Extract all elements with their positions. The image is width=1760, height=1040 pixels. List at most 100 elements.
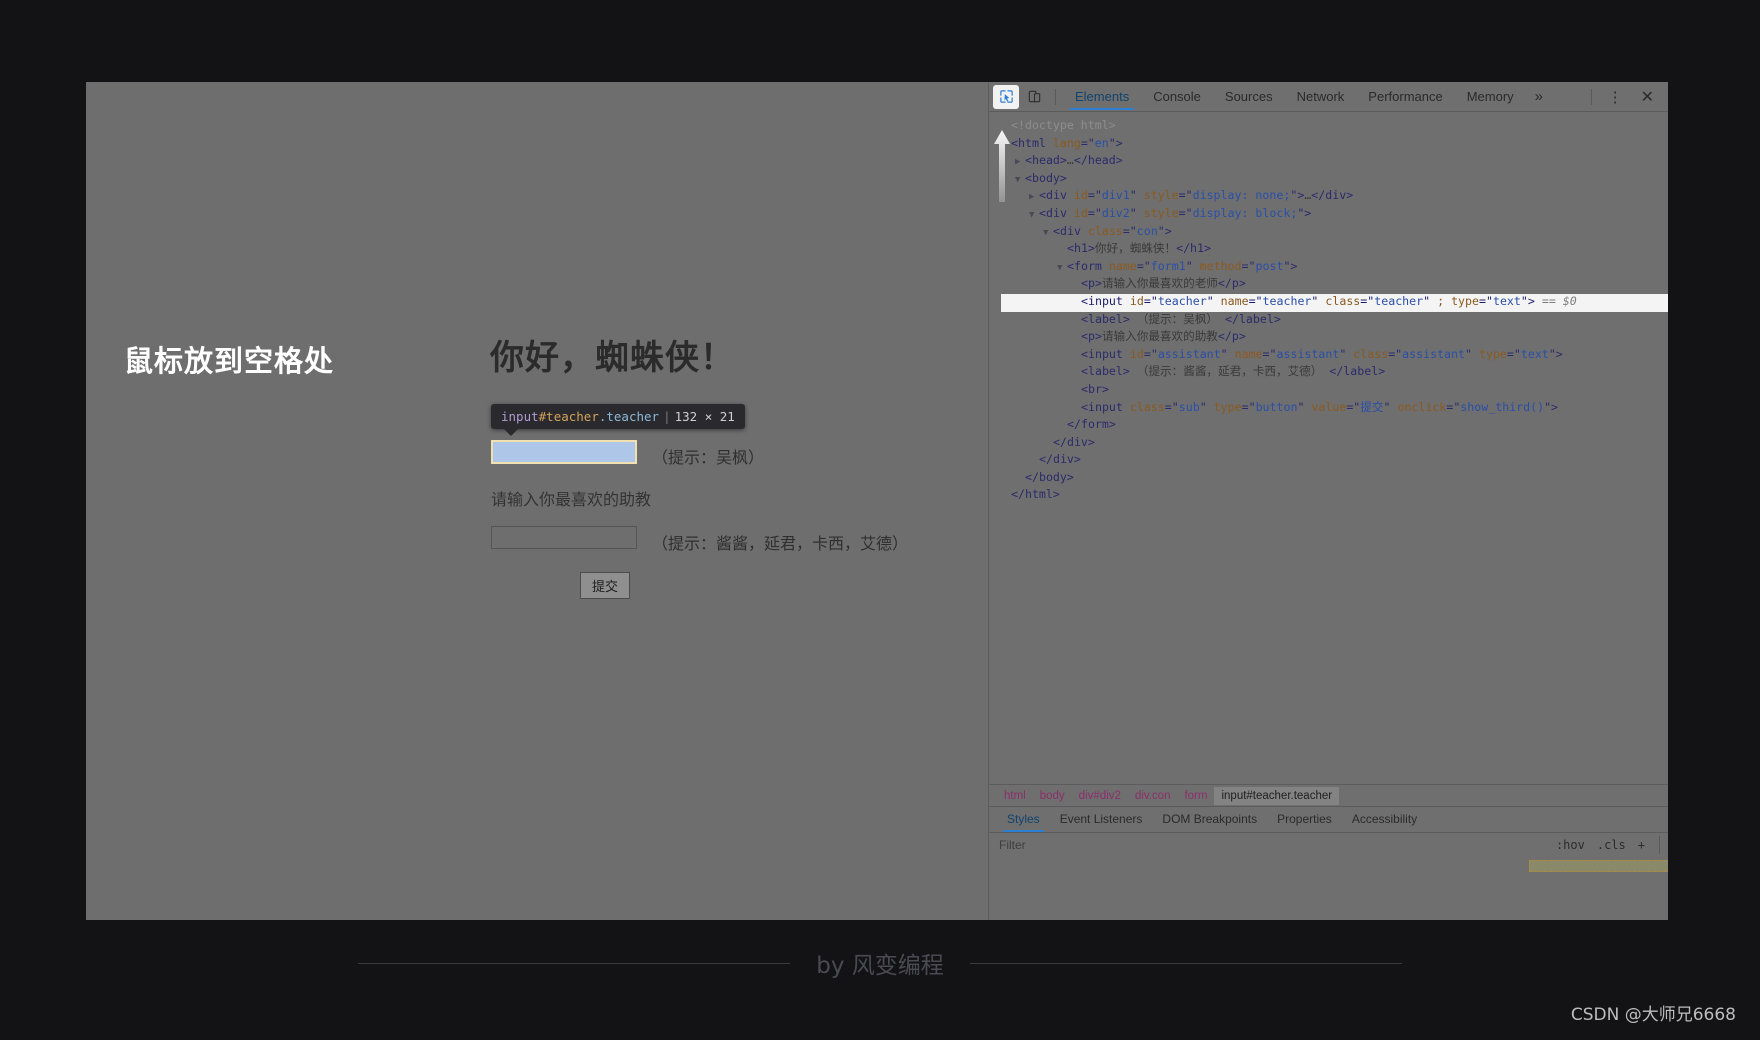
styles-tab-properties[interactable]: Properties — [1267, 807, 1342, 832]
tab-elements[interactable]: Elements — [1064, 84, 1140, 110]
footer-watermark: by 风变编程 — [0, 946, 1760, 980]
kebab-menu-icon[interactable]: ⋮ — [1600, 86, 1631, 108]
dom-token-av: post — [1255, 258, 1284, 273]
dom-node[interactable]: ▼ <div class="con"> — [1001, 224, 1668, 242]
cls-toggle-button[interactable]: .cls — [1591, 836, 1632, 854]
breadcrumb-item-div-div2[interactable]: div#div2 — [1072, 787, 1128, 805]
dom-token-at: id — [1129, 293, 1144, 308]
teacher-input[interactable] — [491, 440, 637, 464]
chevron-down-icon[interactable]: ▼ — [1057, 261, 1067, 277]
dom-token-tg: </h1> — [1176, 241, 1211, 256]
dom-node[interactable]: ·</form> — [1001, 417, 1668, 435]
dom-token-tg: <div — [1039, 205, 1074, 220]
dom-node[interactable]: ·<input id="assistant" name="assistant" … — [1001, 347, 1668, 365]
styles-filter-input[interactable] — [997, 836, 1550, 853]
dom-token-at: type — [1451, 293, 1479, 308]
tooltip-tag-name: input — [501, 409, 539, 424]
teacher-hint-label: （提示：吴枫） — [652, 448, 765, 467]
dom-node[interactable]: ·</html> — [1001, 487, 1668, 505]
chevron-down-icon[interactable]: ▼ — [1015, 173, 1025, 189]
dom-token-tx: （提示：酱酱，延君，卡西，艾德） — [1129, 364, 1323, 379]
new-style-rule-button[interactable]: + — [1632, 836, 1651, 854]
page-title: 你好，蜘蛛侠！ — [490, 338, 735, 378]
more-tabs-icon[interactable]: » — [1527, 85, 1551, 108]
dom-token-av: sub — [1178, 399, 1200, 414]
breadcrumb-item-body[interactable]: body — [1033, 787, 1072, 805]
annotation-overlay-text: 鼠标放到空格处 — [124, 344, 335, 378]
twisty-spacer: · — [1071, 384, 1081, 400]
inspect-cursor-icon[interactable] — [993, 84, 1019, 109]
styles-tab-dom-breakpoints[interactable]: DOM Breakpoints — [1152, 807, 1267, 832]
device-toolbar-icon[interactable] — [1021, 85, 1047, 109]
dom-node[interactable]: ·<h1>你好，蜘蛛侠！</h1> — [1001, 241, 1668, 259]
breadcrumb-item-form[interactable]: form — [1177, 787, 1214, 805]
dom-token-tg: " — [1465, 346, 1479, 361]
twisty-spacer: · — [1071, 331, 1081, 347]
dom-node[interactable]: ·<p>请输入你最喜欢的助教</p> — [1001, 329, 1668, 347]
submit-button[interactable]: 提交 — [580, 572, 631, 599]
dom-node[interactable]: ▶ <head>…</head> — [1001, 153, 1668, 171]
breadcrumb-item-div-con[interactable]: div.con — [1128, 787, 1178, 805]
chevron-right-icon[interactable]: ▶ — [1029, 190, 1039, 206]
chevron-down-icon[interactable]: ▼ — [1029, 208, 1039, 224]
tooltip-element-id: #teacher — [538, 409, 599, 424]
dom-token-at: id — [1073, 188, 1088, 203]
dom-token-at: name — [1234, 346, 1263, 361]
dom-token-tg: " — [1199, 399, 1214, 414]
scroll-up-arrow-icon — [994, 130, 1010, 202]
breadcrumb-item-html[interactable]: html — [997, 787, 1033, 805]
dom-token-tg: " — [1423, 293, 1438, 308]
dom-token-av: con — [1136, 223, 1158, 238]
breadcrumb-item-input-teacher-teacher[interactable]: input#teacher.teacher — [1214, 786, 1340, 805]
assistant-prompt-text: 请输入你最喜欢的助教 — [491, 490, 652, 509]
dom-token-av: div2 — [1101, 205, 1130, 220]
dom-node[interactable]: ·<html lang="en"> — [1001, 136, 1668, 154]
tab-console[interactable]: Console — [1142, 84, 1212, 110]
dom-token-tg: </form> — [1067, 417, 1116, 432]
dom-node[interactable]: ·</div> — [1001, 452, 1668, 470]
assistant-input[interactable] — [491, 526, 637, 549]
tooltip-element-class: .teacher — [598, 409, 660, 424]
tab-sources[interactable]: Sources — [1214, 84, 1284, 110]
footer-line-left — [358, 962, 791, 964]
dom-node[interactable]: ·</body> — [1001, 470, 1668, 488]
chevron-right-icon[interactable]: ▶ — [1015, 155, 1025, 171]
dom-token-tg: " — [1339, 346, 1354, 361]
dom-node[interactable]: ·<br> — [1001, 382, 1668, 400]
tab-memory[interactable]: Memory — [1456, 84, 1525, 110]
styles-tab-accessibility[interactable]: Accessibility — [1342, 807, 1427, 832]
dom-node[interactable]: ·<!doctype html> — [1001, 118, 1668, 136]
dom-token-tg: =" — [1241, 399, 1256, 414]
tab-performance[interactable]: Performance — [1357, 84, 1453, 110]
dom-node-selected[interactable]: …·<input id="teacher" name="teacher" cla… — [1001, 293, 1668, 312]
footer-line-right — [969, 962, 1402, 964]
dom-token-av: div1 — [1101, 188, 1130, 203]
dom-token-tg: </html> — [1011, 487, 1060, 502]
dom-node[interactable]: ·<label> （提示：酱酱，延君，卡西，艾德） </label> — [1001, 364, 1668, 382]
dom-token-tg: =" — [1262, 346, 1277, 361]
hov-toggle-button[interactable]: :hov — [1550, 836, 1591, 854]
dom-node[interactable]: ·<input class="sub" type="button" value=… — [1001, 400, 1668, 418]
dom-token-at: class — [1353, 346, 1389, 361]
dom-token-tg: =" — [1087, 205, 1102, 220]
dom-node[interactable]: ▶ <div id="div1" style="display: none;">…… — [1001, 188, 1668, 206]
dom-token-tg: <h1> — [1067, 241, 1095, 256]
dom-node[interactable]: ·<p>请输入你最喜欢的老师</p> — [1001, 276, 1668, 294]
styles-tab-styles[interactable]: Styles — [997, 807, 1050, 832]
dom-token-tg: =" — [1164, 399, 1179, 414]
inspect-element-tooltip: input#teacher.teacher | 132 × 21 — [491, 404, 745, 436]
styles-tab-event-listeners[interactable]: Event Listeners — [1050, 807, 1153, 832]
dom-token-tg: <body> — [1025, 170, 1067, 185]
chevron-down-icon[interactable]: ▼ — [1043, 226, 1053, 242]
dom-token-tg: " — [1297, 399, 1312, 414]
dom-node[interactable]: ▼ <form name="form1" method="post"> — [1001, 259, 1668, 277]
dom-tree[interactable]: ·<!doctype html>·<html lang="en">▶<head>… — [989, 112, 1668, 778]
dom-node[interactable]: ·<label> （提示：吴枫） </label> — [1001, 312, 1668, 330]
dom-node[interactable]: ▼ <div id="div2" style="display: block;"> — [1001, 206, 1668, 224]
dom-node[interactable]: ▼ <body> — [1001, 171, 1668, 189]
tab-network[interactable]: Network — [1286, 84, 1356, 110]
dom-token-tg: =" — [1087, 188, 1102, 203]
csdn-watermark: CSDN @大师兄6668 — [1570, 1005, 1736, 1025]
dom-node[interactable]: ·</div> — [1001, 435, 1668, 453]
close-icon[interactable]: ✕ — [1633, 85, 1662, 109]
